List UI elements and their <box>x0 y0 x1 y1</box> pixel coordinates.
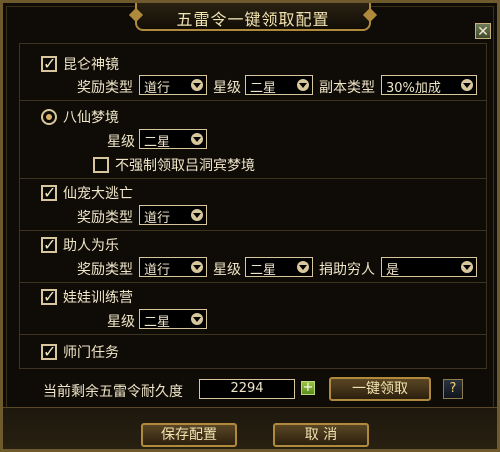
shimen-checkbox[interactable] <box>41 342 57 361</box>
zhuren-star-label: 星级 <box>213 262 241 278</box>
dropdown-arrow-icon <box>191 79 203 91</box>
one-click-claim-button[interactable]: 一键领取 <box>329 377 431 401</box>
zhuren-star-value: 二星 <box>250 263 277 278</box>
wawa-star-select[interactable]: 二星 <box>139 309 207 330</box>
kunlun-reward-type-value: 道行 <box>144 81 171 96</box>
kunlun-dungeon-type-value: 30%加成 <box>386 81 441 96</box>
dropdown-arrow-icon <box>297 261 309 273</box>
zhuren-reward-type-value: 道行 <box>144 263 171 278</box>
dropdown-arrow-icon <box>461 79 473 91</box>
kunlun-reward-type-select[interactable]: 道行 <box>139 75 207 96</box>
zhuren-reward-type-label: 奖励类型 <box>77 262 133 278</box>
section-divider <box>19 282 487 283</box>
baxian-star-label: 星级 <box>107 134 135 150</box>
baxian-label: 八仙梦境 <box>63 110 119 126</box>
kunlun-star-value: 二星 <box>250 81 277 96</box>
xianchong-label: 仙宠大逃亡 <box>63 186 133 202</box>
kunlun-star-select[interactable]: 二星 <box>245 75 313 96</box>
section-divider <box>19 100 487 101</box>
section-divider <box>19 230 487 231</box>
zhuren-reward-type-select[interactable]: 道行 <box>139 257 207 278</box>
add-durability-button[interactable]: + <box>301 381 315 395</box>
dropdown-arrow-icon <box>191 261 203 273</box>
kunlun-checkbox[interactable] <box>41 54 57 73</box>
wawa-star-label: 星级 <box>107 314 135 330</box>
wawa-label: 娃娃训练营 <box>63 290 133 306</box>
save-config-button[interactable]: 保存配置 <box>141 423 237 447</box>
baxian-star-select[interactable]: 二星 <box>139 129 207 150</box>
dropdown-arrow-icon <box>191 133 203 145</box>
dropdown-arrow-icon <box>297 79 309 91</box>
title-bar: 五雷令一键领取配置 <box>128 3 378 31</box>
baxian-no-force-row[interactable]: 不强制领取吕洞宾梦境 <box>93 154 255 176</box>
baxian-row[interactable]: 八仙梦境 <box>41 106 119 128</box>
dropdown-arrow-icon <box>461 261 473 273</box>
durability-label: 当前剩余五雷令耐久度 <box>43 384 183 400</box>
dropdown-arrow-icon <box>191 313 203 325</box>
help-button[interactable]: ? <box>443 379 463 399</box>
durability-value: 2294 <box>199 379 295 399</box>
zhuren-donate-value: 是 <box>386 263 400 278</box>
zhuren-star-select[interactable]: 二星 <box>245 257 313 278</box>
zhuren-row[interactable]: 助人为乐 <box>41 234 119 256</box>
zhuren-checkbox[interactable] <box>41 235 57 254</box>
kunlun-reward-type-label: 奖励类型 <box>77 80 133 96</box>
baxian-star-value: 二星 <box>144 135 171 150</box>
baxian-no-force-label: 不强制领取吕洞宾梦境 <box>115 158 255 174</box>
zhuren-label: 助人为乐 <box>63 238 119 254</box>
wawa-checkbox[interactable] <box>41 287 57 306</box>
kunlun-dungeon-type-select[interactable]: 30%加成 <box>381 75 477 96</box>
section-divider <box>19 178 487 179</box>
zhuren-donate-select[interactable]: 是 <box>381 257 477 278</box>
wawa-row[interactable]: 娃娃训练营 <box>41 286 133 308</box>
dropdown-arrow-icon <box>191 209 203 221</box>
wawa-star-value: 二星 <box>144 315 171 330</box>
shimen-label: 师门任务 <box>63 345 119 361</box>
kunlun-row[interactable]: 昆仑神镜 <box>41 53 119 75</box>
xianchong-checkbox[interactable] <box>41 183 57 202</box>
window-title: 五雷令一键领取配置 <box>176 10 330 29</box>
kunlun-label: 昆仑神镜 <box>63 57 119 73</box>
kunlun-star-label: 星级 <box>213 80 241 96</box>
baxian-radio[interactable] <box>41 109 57 125</box>
section-divider <box>19 334 487 335</box>
bottom-bar <box>3 407 497 449</box>
baxian-no-force-checkbox[interactable] <box>93 157 109 173</box>
xianchong-reward-type-value: 道行 <box>144 211 171 226</box>
cancel-button[interactable]: 取 消 <box>273 423 369 447</box>
xianchong-reward-type-label: 奖励类型 <box>77 210 133 226</box>
zhuren-donate-label: 捐助穷人 <box>319 262 375 278</box>
xianchong-row[interactable]: 仙宠大逃亡 <box>41 182 133 204</box>
close-button[interactable]: ✕ <box>475 23 491 40</box>
kunlun-dungeon-type-label: 副本类型 <box>319 80 375 96</box>
xianchong-reward-type-select[interactable]: 道行 <box>139 205 207 226</box>
shimen-row[interactable]: 师门任务 <box>41 341 119 363</box>
config-window: 五雷令一键领取配置 ✕ 昆仑神镜 奖励类型 道行 星级 二星 副本类型 30%加… <box>0 0 500 452</box>
